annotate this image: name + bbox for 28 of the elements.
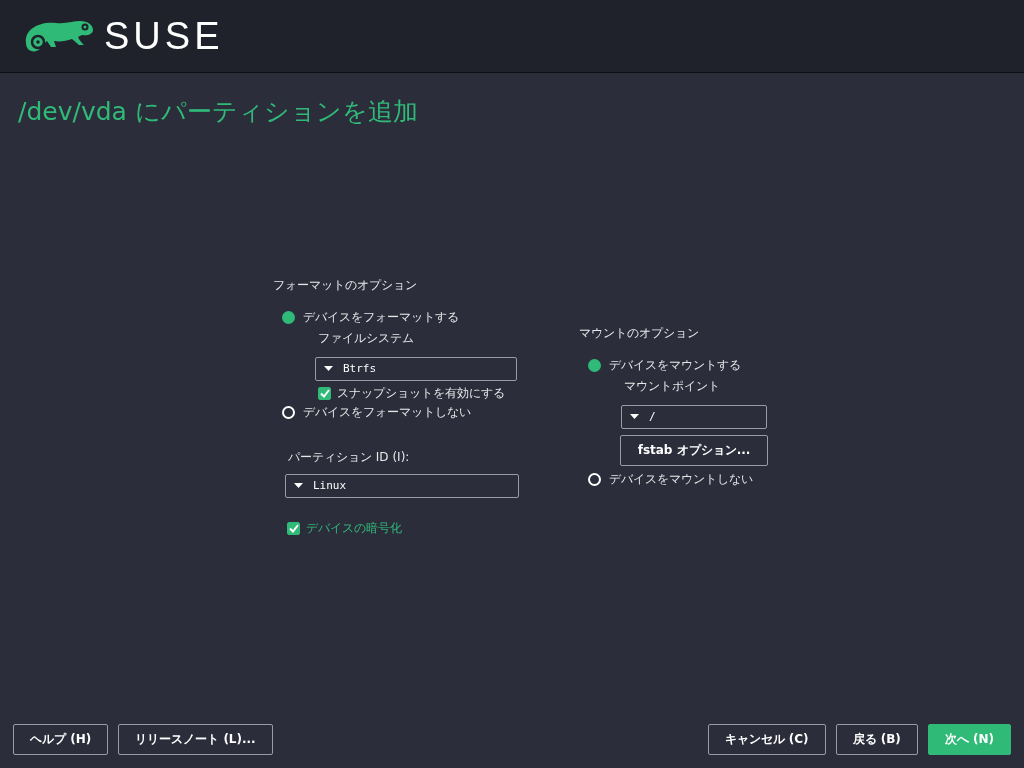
radio-label: デバイスをフォーマットする — [303, 309, 459, 326]
footer-button[interactable]: ヘルプ (H) — [13, 724, 109, 755]
checkbox-label: スナップショットを有効にする — [337, 385, 505, 402]
radio-label: デバイスをマウントする — [609, 357, 741, 374]
footer-button[interactable]: キャンセル (C) — [707, 724, 826, 755]
field-label: パーティション ID (I): — [288, 448, 411, 466]
caret-icon — [294, 483, 303, 488]
section-heading: マウントのオプション — [579, 324, 700, 342]
dropdown[interactable]: Btrfs — [315, 356, 517, 381]
logo-wordmark: SUSE — [104, 14, 224, 58]
radio-button[interactable] — [588, 359, 601, 372]
dropdown[interactable]: Linux — [285, 473, 519, 498]
radio-button[interactable] — [282, 311, 295, 324]
checkbox[interactable] — [287, 522, 300, 535]
radio-label: デバイスをフォーマットしない — [303, 404, 471, 421]
footer-button[interactable]: リリースノート (L)... — [118, 724, 273, 755]
fstab-options-button[interactable]: fstab オプション... — [620, 434, 768, 466]
footer-button[interactable]: 戻る (B) — [835, 724, 918, 755]
field-label: ファイルシステム — [318, 329, 415, 347]
dropdown[interactable]: / — [621, 404, 767, 429]
checkbox[interactable] — [318, 387, 331, 400]
caret-icon — [324, 366, 333, 371]
checkbox-label: デバイスの暗号化 — [306, 520, 402, 537]
radio-label: デバイスをマウントしない — [609, 471, 753, 488]
page-title: /dev/vda にパーティションを追加 — [18, 96, 419, 128]
section-heading: フォーマットのオプション — [273, 276, 418, 294]
field-label: マウントポイント — [624, 377, 721, 395]
caret-icon — [630, 414, 639, 419]
